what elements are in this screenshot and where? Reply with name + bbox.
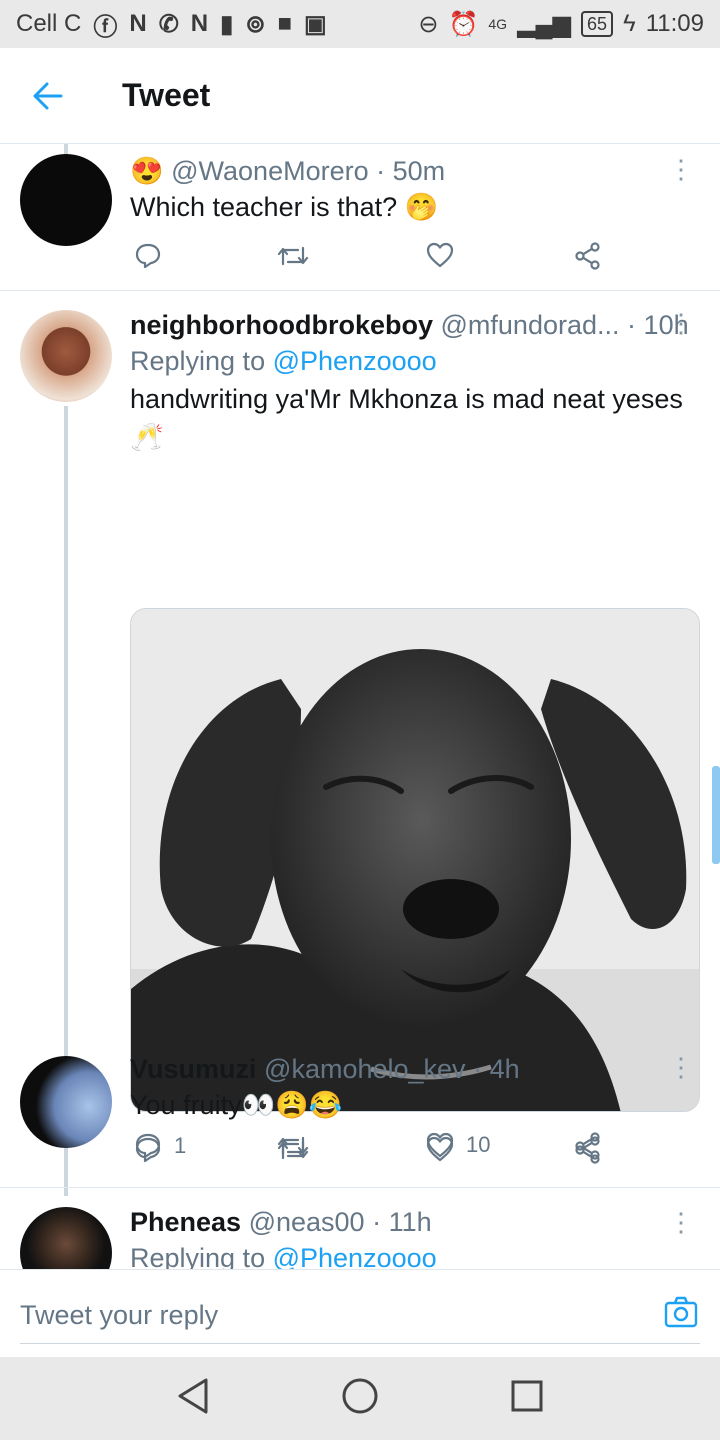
comment-icon [135,243,161,269]
more-vertical-icon: ⋮ [668,308,694,338]
emoji-name: 😍 [130,156,172,186]
tweet-header: Pheneas @neas00 · 11h [130,1205,700,1239]
tweet-item[interactable]: Pheneas @neas00 · 11h Replying to @Phenz… [0,1187,720,1269]
circle-home-icon [342,1378,378,1414]
more-button[interactable]: ⋮ [668,1209,694,1235]
reply-bar: Tweet your reply [0,1269,720,1357]
retweet-button[interactable] [276,1136,310,1164]
tweet-author[interactable]: Pheneas [130,1207,241,1237]
separator: · [372,1207,382,1237]
tweet-handle[interactable]: @mfundorad... [441,310,620,340]
app-icon: ■ [277,10,292,37]
reply-feed[interactable]: 😍 @WaoneMorero · 50m Which teacher is th… [0,144,720,1269]
like-button[interactable] [426,1136,454,1162]
tweet-time: 4h [489,1054,520,1084]
avatar[interactable] [20,1056,112,1148]
notification-n-icon: N [129,10,147,37]
replying-label: Replying to [130,1243,266,1269]
reply-input[interactable]: Tweet your reply [20,1286,700,1344]
tweet-actions [130,1136,610,1176]
more-vertical-icon: ⋮ [668,1052,694,1082]
separator: · [627,310,637,340]
facebook-icon: ⓕ [93,13,118,41]
signal-icon: ▂▄▆ [517,10,571,38]
sd-card-icon: ▮ [220,10,234,38]
avatar[interactable] [20,154,112,246]
reply-button[interactable] [134,1136,162,1164]
avatar[interactable] [20,1207,112,1269]
arrow-left-icon [33,82,63,109]
share-icon [575,1136,600,1164]
share-button[interactable] [574,242,602,270]
like-button[interactable] [426,242,454,268]
tweet-text: Which teacher is that? 🤭 [130,192,439,222]
more-vertical-icon: ⋮ [668,1207,694,1237]
mention-link[interactable]: @Phenzoooo [273,1243,437,1269]
heart-icon [426,242,454,268]
dnd-icon: ⊖ [418,10,439,38]
carrier-label: Cell C [16,10,82,37]
tweet-handle[interactable]: @kamohelo_kev [264,1054,466,1084]
scrollbar[interactable] [712,766,720,864]
tweet-author[interactable]: neighborhoodbrokeboy [130,310,433,340]
share-icon [575,242,600,270]
comment-icon [135,1137,161,1163]
nav-home-button[interactable] [341,1377,379,1420]
tweet-time: 11h [388,1207,432,1237]
tweet-image[interactable] [130,608,700,1112]
retweet-button[interactable] [276,242,310,270]
network-label: 4G [488,16,508,32]
tweet-author[interactable]: Vusumuzi [130,1054,257,1084]
replying-label: Replying to [130,346,266,376]
page-title: Tweet [122,77,211,113]
tweet-actions [130,242,610,282]
alarm-icon: ⏰ [448,10,479,38]
clock: 11:09 [645,10,704,37]
replying-to: Replying to @Phenzoooo [130,342,700,380]
tweet-header: Vusumuzi @kamohelo_kev · 4h [130,1052,700,1086]
nav-back-button[interactable] [176,1377,210,1420]
whatsapp-icon: ✆ [158,10,179,38]
more-button[interactable]: ⋮ [668,1054,694,1080]
heart-icon [426,1136,454,1162]
dog-photo-image [131,609,699,1111]
app-bar: Tweet [0,48,720,144]
camera-button[interactable] [664,1296,698,1333]
more-button[interactable]: ⋮ [668,156,694,182]
status-bar: Cell C ⓕ N ✆ N ▮ ⊚ ■ ▣ ⊖ ⏰ 4G ▂▄▆ 65 ϟ 1… [0,0,720,48]
tweet-text: You fruity👀😩😂 [130,1090,343,1120]
tweet-header: 😍 @WaoneMorero · 50m [130,154,700,188]
triangle-back-icon [178,1378,208,1414]
camera-icon [664,1296,698,1328]
retweet-icon [277,246,309,266]
mention-link[interactable]: @Phenzoooo [273,346,437,376]
reply-button[interactable] [134,242,162,270]
nav-recents-button[interactable] [510,1379,544,1418]
more-vertical-icon: ⋮ [668,154,694,184]
hotspot-icon: ⊚ [245,10,266,38]
charging-icon: ϟ [623,10,636,37]
back-button[interactable] [18,66,78,126]
separator: · [473,1054,483,1084]
battery-indicator: 65 [580,11,614,37]
tweet-text: handwriting ya'Mr Mkhonza is mad neat ye… [130,384,683,452]
tweet-handle[interactable]: @WaoneMorero [171,156,368,186]
tweet-item[interactable]: neighborhoodbrokeboy @mfundorad... · 10h… [0,290,720,1160]
more-button[interactable]: ⋮ [668,310,694,336]
avatar[interactable] [20,310,112,402]
tweet-item[interactable]: 😍 @WaoneMorero · 50m Which teacher is th… [0,144,720,290]
replying-to: Replying to @Phenzoooo [130,1239,700,1269]
separator: · [376,156,386,186]
notification-n-icon-2: N [190,10,209,37]
tweet-item[interactable]: Vusumuzi @kamohelo_kev · 4h You fruity👀😩… [0,1040,720,1186]
gallery-icon: ▣ [303,10,327,38]
tweet-handle[interactable]: @neas00 [249,1207,365,1237]
tweet-time: 50m [392,156,446,186]
retweet-icon [277,1140,309,1160]
tweet-header: neighborhoodbrokeboy @mfundorad... · 10h [130,308,700,342]
share-button[interactable] [574,1136,602,1164]
system-nav-bar [0,1357,720,1440]
square-recents-icon [511,1380,543,1412]
